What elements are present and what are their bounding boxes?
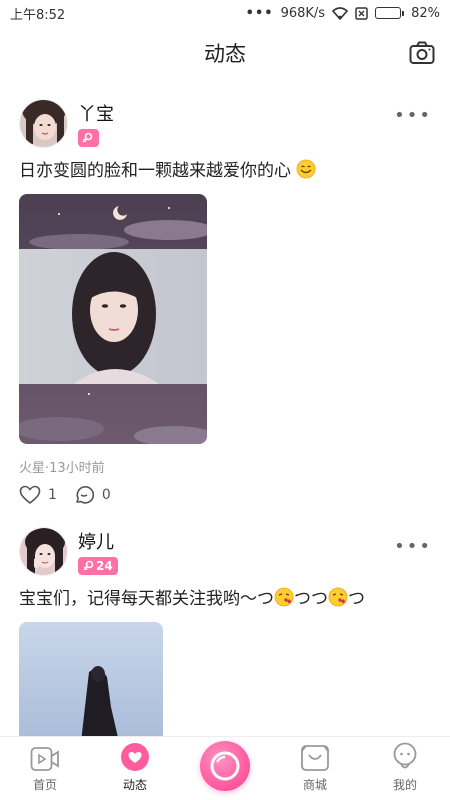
tab-label: 商城 [302,778,327,792]
tab-moments[interactable]: 动态 [100,742,170,793]
post-image[interactable] [19,622,163,736]
battery-icon [375,7,405,19]
post-content: 宝宝们，记得每天都关注我哟～つ つつつ [19,587,431,611]
wifi-icon [332,6,349,20]
tab-label: 首页 [32,778,57,792]
profile-icon [393,742,417,769]
username[interactable]: 婷儿 [78,528,118,554]
post-header: 丫宝 [19,97,431,149]
page-title: 动态 [204,42,246,66]
comment-icon [76,486,94,504]
post-card[interactable]: 婷儿 24 ••• 宝宝们，记得每天都关注我哟～つ つつつ [0,525,450,736]
comment-button[interactable]: 0 [73,485,111,505]
avatar[interactable] [19,526,68,576]
bottom-tab-bar: 首页 动态 商城 我的 [0,736,450,800]
gender-badge [78,128,99,147]
female-icon [82,132,93,143]
tab-home[interactable]: 首页 [10,746,80,793]
post-content: 日亦变圆的脸和一颗越来越爱你的心 [19,159,431,183]
post-text-part: つ [348,589,365,609]
tab-shop[interactable]: 商城 [280,744,350,793]
like-count: 1 [48,487,57,503]
female-icon [83,560,94,571]
app-header: 动态 [0,26,450,80]
smile-emoji-icon [297,159,316,179]
tab-label: 我的 [392,778,417,792]
no-sim-icon [355,6,368,20]
camera-button[interactable] [408,39,436,67]
like-button[interactable]: 1 [19,485,57,505]
tab-label: 动态 [122,778,147,792]
video-icon [30,747,59,771]
level-number: 24 [96,558,113,573]
post-card[interactable]: 丫宝 ••• 日亦变圆的脸和一颗越来越爱你的心 火星·13小时前 1 0 [0,97,450,505]
notification-dots-icon: ••• [245,5,274,21]
post-image[interactable] [19,194,207,444]
post-text: 日亦变圆的脸和一颗越来越爱你的心 [19,161,291,181]
post-header: 婷儿 24 [19,525,431,577]
comment-count: 0 [101,487,111,503]
more-options-icon[interactable]: ••• [394,105,432,126]
shop-bag-icon [301,745,329,771]
kiss-emoji-icon [328,587,348,607]
tab-profile[interactable]: 我的 [370,742,440,793]
gender-badge: 24 [78,556,118,575]
network-speed: 968K/s [280,5,326,21]
live-button[interactable] [200,741,250,791]
feed-list[interactable]: 丫宝 ••• 日亦变圆的脸和一颗越来越爱你的心 火星·13小时前 1 0 婷儿 … [0,80,450,736]
status-time: 上午8:52 [10,7,66,23]
avatar[interactable] [19,98,68,148]
battery-percent: 82% [411,5,440,21]
kiss-emoji-icon [274,587,294,607]
live-icon [210,751,240,781]
post-text-part: つつ [294,589,328,609]
status-bar: 上午8:52 ••• 968K/s 82% [0,0,450,26]
more-options-icon[interactable]: ••• [394,536,432,557]
heart-icon [121,743,149,771]
heart-outline-icon [19,485,41,505]
post-meta: 火星·13小时前 [19,461,105,476]
post-text: 宝宝们，记得每天都关注我哟～つ [19,589,274,609]
username[interactable]: 丫宝 [78,100,114,126]
tab-live[interactable] [190,741,260,791]
post-actions: 1 0 [19,485,431,505]
camera-icon [409,41,435,64]
status-indicators: ••• 968K/s 82% [246,6,440,21]
